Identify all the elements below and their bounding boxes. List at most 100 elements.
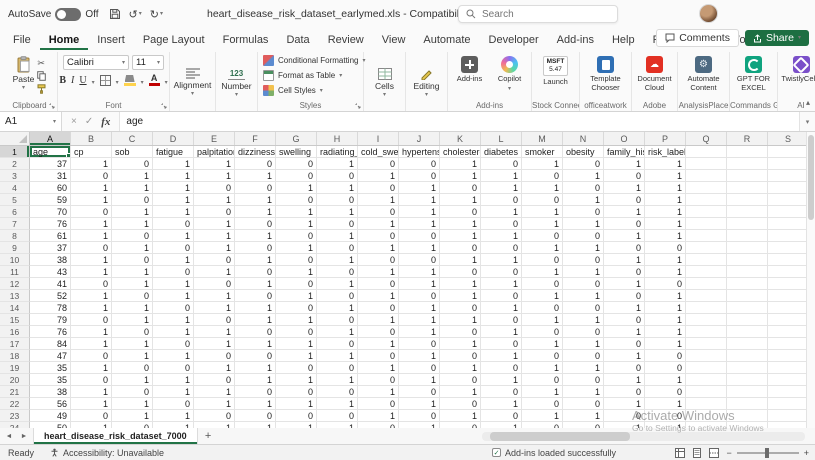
cell-H13[interactable]: 0 <box>317 290 358 302</box>
row-header-5[interactable]: 5 <box>0 194 30 206</box>
cells-button[interactable]: Cells ▾ <box>375 65 394 98</box>
cell-J17[interactable]: 0 <box>399 338 440 350</box>
cell-R21[interactable] <box>727 386 768 398</box>
row-header-8[interactable]: 8 <box>0 230 30 242</box>
row-header-7[interactable]: 7 <box>0 218 30 230</box>
column-header-R[interactable]: R <box>727 132 768 145</box>
cell-E15[interactable]: 0 <box>194 314 235 326</box>
cell-F9[interactable]: 0 <box>235 242 276 254</box>
cell-F21[interactable]: 0 <box>235 386 276 398</box>
cell-K6[interactable]: 0 <box>440 206 481 218</box>
cell-M10[interactable]: 0 <box>522 254 563 266</box>
cell-H12[interactable]: 1 <box>317 278 358 290</box>
column-header-G[interactable]: G <box>276 132 317 145</box>
cell-E1[interactable]: palpitation <box>194 146 235 158</box>
row-header-13[interactable]: 13 <box>0 290 30 302</box>
cell-Q8[interactable] <box>686 230 727 242</box>
cell-C19[interactable]: 0 <box>112 362 153 374</box>
cell-R17[interactable] <box>727 338 768 350</box>
cell-K23[interactable]: 1 <box>440 410 481 422</box>
cell-P1[interactable]: risk_label <box>645 146 686 158</box>
tab-home[interactable]: Home <box>40 31 89 50</box>
cell-D2[interactable]: 1 <box>153 158 194 170</box>
cell-N6[interactable]: 0 <box>563 206 604 218</box>
cell-P3[interactable]: 1 <box>645 170 686 182</box>
cell-H5[interactable]: 0 <box>317 194 358 206</box>
cell-I12[interactable]: 0 <box>358 278 399 290</box>
cell-S15[interactable] <box>768 314 809 326</box>
cell-I14[interactable]: 0 <box>358 302 399 314</box>
vertical-scrollbar[interactable] <box>806 132 815 428</box>
cell-K17[interactable]: 1 <box>440 338 481 350</box>
cell-M12[interactable]: 0 <box>522 278 563 290</box>
cell-I3[interactable]: 1 <box>358 170 399 182</box>
row-header-9[interactable]: 9 <box>0 242 30 254</box>
cell-G23[interactable]: 0 <box>276 410 317 422</box>
cell-O9[interactable]: 0 <box>604 242 645 254</box>
row-header-3[interactable]: 3 <box>0 170 30 182</box>
tab-page-layout[interactable]: Page Layout <box>134 31 214 50</box>
cell-Q9[interactable] <box>686 242 727 254</box>
conditional-formatting-button[interactable]: Conditional Formatting ▾ <box>263 53 366 68</box>
cell-S17[interactable] <box>768 338 809 350</box>
cell-D21[interactable]: 1 <box>153 386 194 398</box>
cell-C1[interactable]: sob <box>112 146 153 158</box>
column-header-J[interactable]: J <box>399 132 440 145</box>
cell-H15[interactable]: 0 <box>317 314 358 326</box>
cell-O20[interactable]: 1 <box>604 374 645 386</box>
cell-I6[interactable]: 0 <box>358 206 399 218</box>
dialog-launcher-icon[interactable] <box>161 103 167 109</box>
cell-J12[interactable]: 1 <box>399 278 440 290</box>
cell-J21[interactable]: 0 <box>399 386 440 398</box>
cell-Q15[interactable] <box>686 314 727 326</box>
cell-Q6[interactable] <box>686 206 727 218</box>
cell-L19[interactable]: 0 <box>481 362 522 374</box>
fill-color-button[interactable] <box>123 75 136 86</box>
cell-J19[interactable]: 0 <box>399 362 440 374</box>
cell-J15[interactable]: 1 <box>399 314 440 326</box>
cell-R7[interactable] <box>727 218 768 230</box>
cell-O13[interactable]: 0 <box>604 290 645 302</box>
cell-H10[interactable]: 1 <box>317 254 358 266</box>
cell-E13[interactable]: 1 <box>194 290 235 302</box>
cell-G5[interactable]: 0 <box>276 194 317 206</box>
cell-L18[interactable]: 1 <box>481 350 522 362</box>
cell-C17[interactable]: 1 <box>112 338 153 350</box>
cell-N17[interactable]: 1 <box>563 338 604 350</box>
avatar[interactable] <box>699 4 718 23</box>
tab-insert[interactable]: Insert <box>88 31 134 50</box>
row-header-19[interactable]: 19 <box>0 362 30 374</box>
cell-A21[interactable]: 38 <box>30 386 71 398</box>
cell-H4[interactable]: 1 <box>317 182 358 194</box>
cell-P11[interactable]: 1 <box>645 266 686 278</box>
cell-K10[interactable]: 1 <box>440 254 481 266</box>
cell-H17[interactable]: 0 <box>317 338 358 350</box>
cell-C20[interactable]: 1 <box>112 374 153 386</box>
cell-J9[interactable]: 1 <box>399 242 440 254</box>
cell-N11[interactable]: 1 <box>563 266 604 278</box>
row-header-17[interactable]: 17 <box>0 338 30 350</box>
alignment-button[interactable]: Alignment ▾ <box>174 65 211 97</box>
cell-S9[interactable] <box>768 242 809 254</box>
cell-N4[interactable]: 0 <box>563 182 604 194</box>
cell-B10[interactable]: 1 <box>71 254 112 266</box>
row-header-15[interactable]: 15 <box>0 314 30 326</box>
cell-E17[interactable]: 1 <box>194 338 235 350</box>
cell-O4[interactable]: 1 <box>604 182 645 194</box>
cell-R18[interactable] <box>727 350 768 362</box>
cancel-icon[interactable]: × <box>71 116 77 127</box>
cell-G19[interactable]: 0 <box>276 362 317 374</box>
cut-button[interactable]: ✂ <box>37 57 46 68</box>
cell-C12[interactable]: 1 <box>112 278 153 290</box>
cell-A23[interactable]: 49 <box>30 410 71 422</box>
cell-R1[interactable] <box>727 146 768 158</box>
cell-S14[interactable] <box>768 302 809 314</box>
font-color-button[interactable]: A <box>148 74 160 86</box>
cell-O18[interactable]: 1 <box>604 350 645 362</box>
cell-R22[interactable] <box>727 398 768 410</box>
cell-P17[interactable]: 1 <box>645 338 686 350</box>
tab-view[interactable]: View <box>373 31 415 50</box>
cell-R19[interactable] <box>727 362 768 374</box>
cell-S19[interactable] <box>768 362 809 374</box>
cell-N10[interactable]: 0 <box>563 254 604 266</box>
